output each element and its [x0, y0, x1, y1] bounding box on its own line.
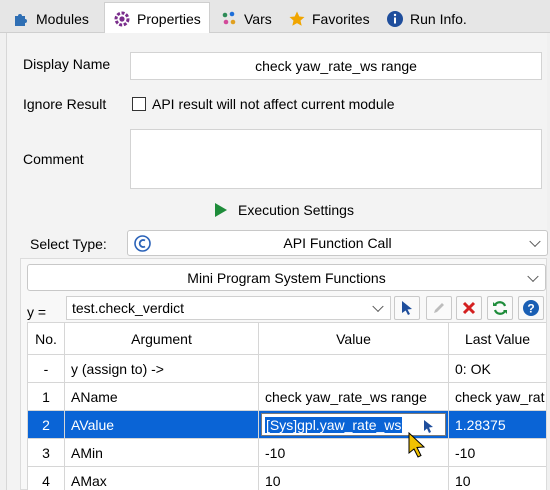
- row-no: 1: [27, 382, 65, 411]
- row-last-value: check yaw_rat: [448, 382, 546, 411]
- select-type-value: API Function Call: [283, 235, 392, 251]
- row-value[interactable]: 10: [258, 466, 449, 490]
- ignore-result-checkbox-label[interactable]: API result will not affect current modul…: [152, 96, 395, 112]
- help-button[interactable]: ?: [518, 296, 544, 320]
- tab-label: Favorites: [312, 10, 370, 27]
- tab-label: Modules: [36, 10, 89, 27]
- select-type-dropdown[interactable]: API Function Call: [127, 230, 548, 256]
- row-argument: AMin: [64, 438, 259, 467]
- arguments-table: No. Argument Value Last Value - y (assig…: [27, 322, 546, 490]
- dots-icon: [222, 11, 236, 24]
- select-type-label: Select Type:: [30, 236, 107, 252]
- display-name-field[interactable]: check yaw_rate_ws range: [130, 52, 542, 80]
- ignore-result-label: Ignore Result: [23, 96, 107, 112]
- row-last-value: 0: OK: [448, 354, 546, 383]
- assign-variable-value: test.check_verdict: [72, 300, 185, 316]
- comment-label: Comment: [23, 151, 84, 167]
- tab-label: Run Info.: [410, 10, 467, 27]
- table-row-selected[interactable]: 2 AValue [Sys]gpl.yaw_rate_ws 1.28375: [27, 410, 546, 439]
- column-header-argument[interactable]: Argument: [64, 322, 259, 355]
- value-editor-text[interactable]: [Sys]gpl.yaw_rate_ws: [265, 416, 403, 433]
- row-last-value: 1.28375: [448, 410, 546, 439]
- row-no: 3: [27, 438, 65, 467]
- assign-label: y =: [27, 304, 47, 320]
- display-name-label: Display Name: [23, 56, 111, 72]
- execution-settings-label: Execution Settings: [238, 202, 354, 218]
- row-value[interactable]: [258, 354, 449, 383]
- tab-label: Vars: [244, 10, 272, 27]
- refresh-button[interactable]: [487, 296, 513, 320]
- ignore-result-checkbox[interactable]: [132, 97, 146, 111]
- function-group-dropdown[interactable]: Mini Program System Functions: [27, 264, 546, 291]
- table-row[interactable]: 4 AMax 10 10: [27, 466, 546, 490]
- clear-button[interactable]: [456, 296, 482, 320]
- refresh-icon: [493, 301, 507, 315]
- function-group-value: Mini Program System Functions: [187, 269, 386, 286]
- row-no: 2: [27, 410, 65, 439]
- row-last-value: -10: [448, 438, 546, 467]
- pick-variable-button[interactable]: [394, 296, 420, 320]
- gear-icon: [114, 11, 130, 26]
- arguments-table-wrapper: No. Argument Value Last Value - y (assig…: [27, 322, 546, 490]
- tab-run-info[interactable]: Run Info.: [378, 4, 475, 33]
- row-value[interactable]: check yaw_rate_ws range: [258, 382, 449, 411]
- row-argument: AValue: [64, 410, 259, 439]
- cursor-icon: [402, 301, 412, 315]
- column-header-no[interactable]: No.: [27, 322, 65, 355]
- mouse-pointer-icon: [408, 432, 426, 458]
- puzzle-icon: [15, 13, 27, 26]
- row-argument: AMax: [64, 466, 259, 490]
- close-icon: [462, 301, 476, 315]
- play-icon: [215, 203, 227, 217]
- tab-label: Properties: [137, 10, 201, 27]
- tab-properties[interactable]: Properties: [104, 2, 210, 34]
- table-row[interactable]: 1 AName check yaw_rate_ws range check ya…: [27, 382, 546, 411]
- execution-settings-toggle[interactable]: Execution Settings: [214, 202, 354, 218]
- column-header-value[interactable]: Value: [258, 322, 449, 355]
- edit-button[interactable]: [426, 296, 452, 320]
- comment-field[interactable]: [130, 129, 542, 189]
- row-last-value: 10: [448, 466, 546, 490]
- star-icon: [289, 11, 305, 26]
- table-row[interactable]: 3 AMin -10 -10: [27, 438, 546, 467]
- row-argument: AName: [64, 382, 259, 411]
- tab-favorites[interactable]: Favorites: [280, 4, 378, 33]
- tab-modules[interactable]: Modules: [4, 4, 97, 33]
- info-icon: [387, 10, 403, 27]
- pencil-icon: [434, 303, 444, 313]
- table-row[interactable]: - y (assign to) -> 0: OK: [27, 354, 546, 383]
- svg-text:?: ?: [527, 302, 534, 316]
- chevron-down-icon: [372, 300, 384, 313]
- column-header-last-value[interactable]: Last Value: [448, 322, 546, 355]
- row-argument: y (assign to) ->: [64, 354, 259, 383]
- table-header-row: No. Argument Value Last Value: [27, 322, 546, 355]
- tab-vars[interactable]: Vars: [212, 4, 280, 33]
- row-no: 4: [27, 466, 65, 490]
- assign-variable-dropdown[interactable]: test.check_verdict: [66, 296, 391, 320]
- help-icon: ?: [523, 300, 539, 316]
- tab-bar: Modules Properties Vars Favorites Run In…: [0, 0, 550, 34]
- row-no: -: [27, 354, 65, 383]
